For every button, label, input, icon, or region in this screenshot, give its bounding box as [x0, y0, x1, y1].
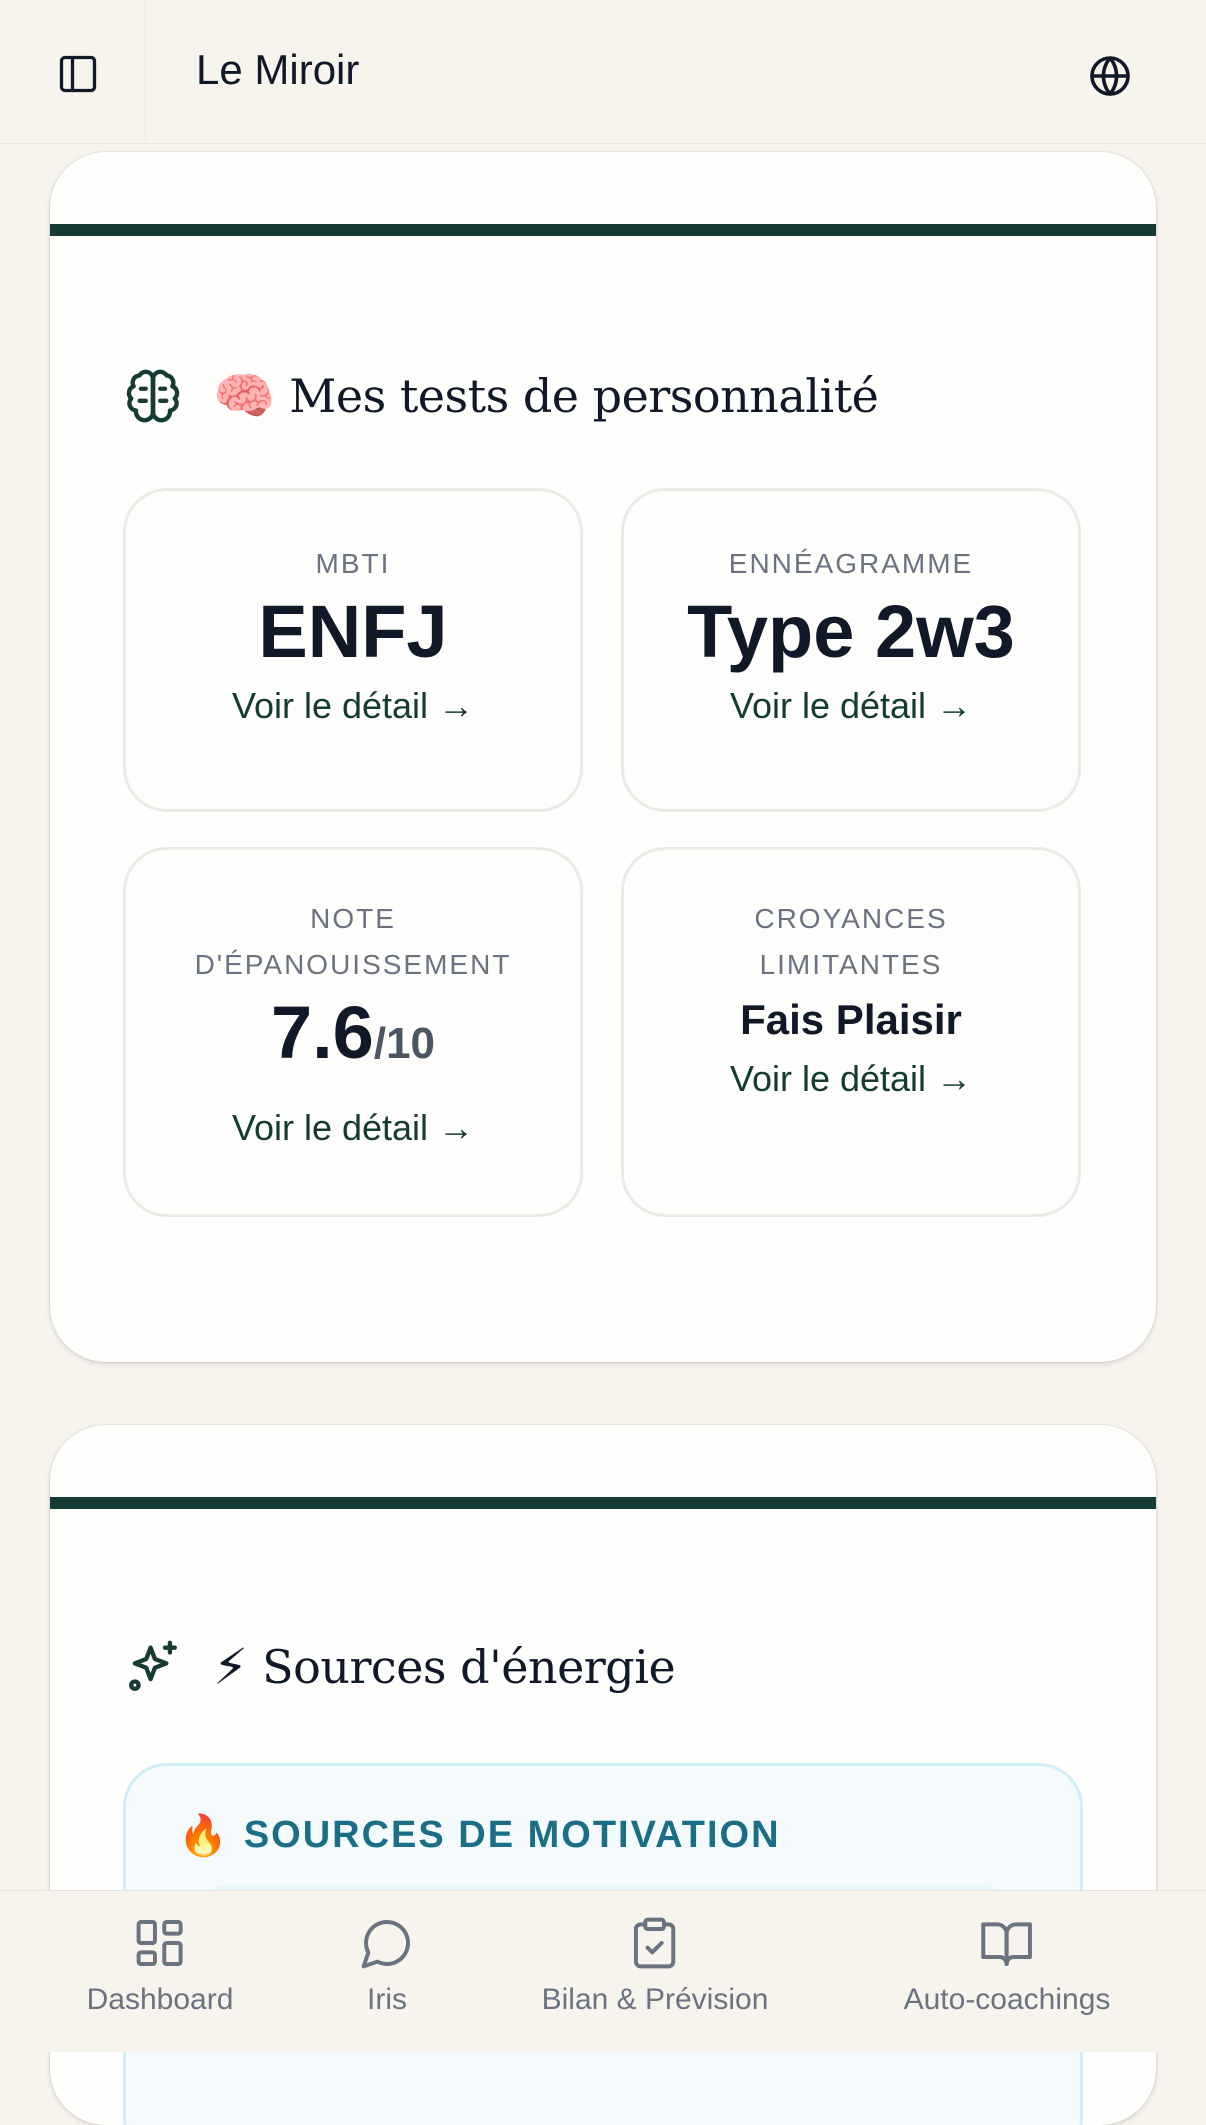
globe-icon	[1090, 56, 1130, 96]
section-title: Mes tests de personnalité	[289, 369, 879, 423]
tile-value: Type 2w3	[687, 590, 1015, 673]
nav-label: Bilan & Prévision	[541, 1983, 769, 2016]
section-header: 🧠 Mes tests de personnalité	[123, 366, 879, 426]
book-icon	[981, 1922, 1033, 1966]
sidebar-toggle-button[interactable]	[50, 46, 106, 102]
limiting-beliefs-tile[interactable]: CROYANCES LIMITANTES Fais Plaisir Voir l…	[621, 847, 1081, 1217]
tile-label-line1: NOTE	[310, 903, 396, 934]
tile-label: ENNÉAGRAMME	[728, 548, 974, 579]
tile-label-line2: D'ÉPANOUISSEMENT	[194, 949, 512, 980]
score-value: 7.6/10	[126, 988, 580, 1099]
detail-link[interactable]: Voir le détail →	[126, 1103, 580, 1153]
clipboard-check-icon	[634, 1917, 676, 1969]
nav-auto-coachings[interactable]: Auto-coachings	[903, 1915, 1111, 2017]
brain-emoji: 🧠	[213, 368, 276, 424]
detail-link[interactable]: Voir le détail →	[624, 681, 1078, 731]
section-title: Sources d'énergie	[262, 1640, 676, 1694]
tile-label-line2: LIMITANTES	[759, 949, 943, 980]
detail-link[interactable]: Voir le détail →	[624, 1054, 1078, 1104]
brain-icon	[123, 366, 183, 426]
header-divider	[145, 0, 146, 144]
nav-dashboard[interactable]: Dashboard	[86, 1915, 234, 2017]
mbti-tile[interactable]: MBTI ENFJ Voir le détail →	[123, 488, 583, 812]
accent-bar	[50, 224, 1156, 236]
language-button[interactable]	[1080, 46, 1140, 106]
sidebar-toggle-icon	[59, 55, 97, 93]
nav-bilan-prevision[interactable]: Bilan & Prévision	[541, 1915, 769, 2017]
score-number: 7.6	[270, 991, 374, 1074]
nav-label: Iris	[367, 1983, 407, 2016]
nav-label: Auto-coachings	[903, 1983, 1111, 2016]
fulfillment-score-tile[interactable]: NOTE D'ÉPANOUISSEMENT 7.6/10 Voir le dét…	[123, 847, 583, 1217]
accent-bar	[50, 1497, 1156, 1509]
nav-iris[interactable]: Iris	[359, 1915, 415, 2017]
detail-link[interactable]: Voir le détail →	[126, 681, 580, 731]
nav-label: Dashboard	[86, 1983, 234, 2016]
tile-label: MBTI	[315, 548, 391, 579]
section-header: ⚡ Sources d'énergie	[123, 1637, 676, 1697]
bottom-nav: Dashboard Iris Bilan & Prévision Auto-co…	[0, 1890, 1206, 2052]
tile-value: ENFJ	[258, 590, 448, 673]
score-max: /10	[373, 1019, 436, 1068]
sparkles-icon	[123, 1637, 183, 1697]
app-title: Le Miroir	[196, 46, 360, 93]
chat-bubble-icon	[361, 1920, 410, 1969]
motivation-header: 🔥 SOURCES DE MOTIVATION	[178, 1812, 781, 1859]
dashboard-icon	[137, 1920, 183, 1966]
personality-card: 🧠 Mes tests de personnalité MBTI ENFJ Vo…	[50, 152, 1156, 1362]
motivation-label: SOURCES DE MOTIVATION	[243, 1814, 781, 1856]
fire-emoji: 🔥	[178, 1814, 228, 1858]
tile-label-line1: CROYANCES	[754, 903, 948, 934]
lightning-emoji: ⚡	[213, 1639, 249, 1695]
top-bar: Le Miroir	[0, 0, 1206, 144]
enneagram-tile[interactable]: ENNÉAGRAMME Type 2w3 Voir le détail →	[621, 488, 1081, 812]
tile-value: Fais Plaisir	[740, 996, 962, 1043]
